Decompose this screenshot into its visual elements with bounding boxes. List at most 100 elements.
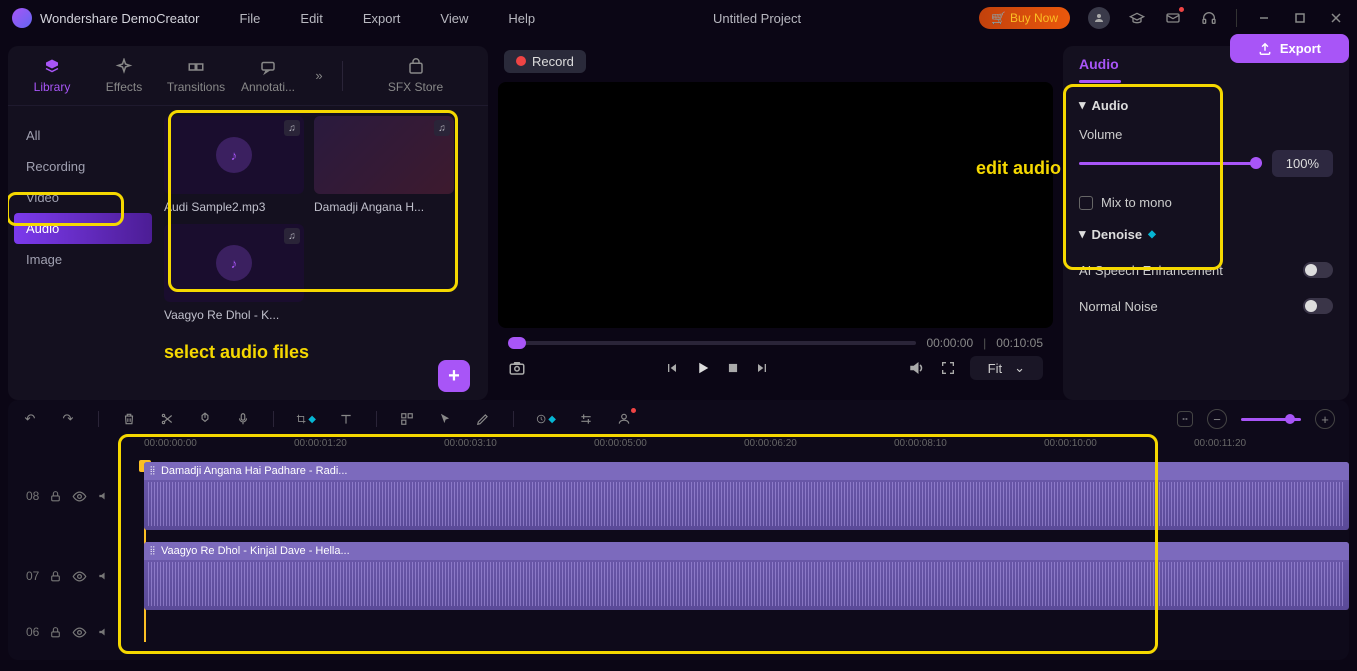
audio-clip[interactable]: ⦙⦙ Damadji Angana Hai Padhare - Radi... xyxy=(144,462,1349,530)
media-item[interactable]: ♪ ♫ Audi Sample2.mp3 xyxy=(164,116,304,214)
delete-icon[interactable] xyxy=(121,411,137,427)
minimize-icon[interactable] xyxy=(1255,9,1273,27)
add-media-button[interactable]: + xyxy=(438,360,470,392)
stop-icon[interactable] xyxy=(726,361,740,375)
cursor-icon[interactable] xyxy=(437,411,453,427)
slider-thumb[interactable] xyxy=(1250,157,1262,169)
snapshot-icon[interactable] xyxy=(508,359,526,377)
menu-edit[interactable]: Edit xyxy=(300,11,322,26)
audio-clip[interactable]: ⦙⦙ Vaagyo Re Dhol - Kinjal Dave - Hella.… xyxy=(144,542,1349,610)
close-icon[interactable] xyxy=(1327,9,1345,27)
cat-image[interactable]: Image xyxy=(8,244,158,275)
waveform xyxy=(148,562,1345,606)
lock-icon[interactable] xyxy=(49,570,62,583)
audio-section-label: Audio xyxy=(1092,98,1129,113)
media-label: Vaagyo Re Dhol - K... xyxy=(164,308,304,322)
buy-now-button[interactable]: 🛒 Buy Now xyxy=(979,7,1070,29)
ai-speech-toggle[interactable] xyxy=(1303,262,1333,278)
mute-icon[interactable] xyxy=(97,489,111,503)
fullscreen-icon[interactable] xyxy=(940,360,956,376)
transitions-icon xyxy=(187,58,205,76)
chevron-down-icon: ⌄ xyxy=(1014,360,1025,376)
track-body[interactable] xyxy=(144,622,1349,642)
ai-speech-label: AI Speech Enhancement xyxy=(1079,263,1223,278)
media-item[interactable]: ♫ Damadji Angana H... xyxy=(314,116,454,214)
headset-icon[interactable] xyxy=(1200,9,1218,27)
normal-noise-toggle[interactable] xyxy=(1303,298,1333,314)
ruler-mark: 00:00:00:00 xyxy=(144,438,197,449)
marker-icon[interactable] xyxy=(197,411,213,427)
annotations-icon xyxy=(259,58,277,76)
adjust-icon[interactable] xyxy=(578,411,594,427)
eye-icon[interactable] xyxy=(72,625,87,640)
avatar-tool-icon[interactable] xyxy=(616,411,632,427)
split-icon[interactable] xyxy=(159,411,175,427)
zoom-out-icon[interactable]: − xyxy=(1207,409,1227,429)
graduation-icon[interactable] xyxy=(1128,9,1146,27)
media-item[interactable]: ♪ ♫ Vaagyo Re Dhol - K... xyxy=(164,224,304,322)
next-frame-icon[interactable] xyxy=(754,360,770,376)
clip-label: Vaagyo Re Dhol - Kinjal Dave - Hella... xyxy=(161,545,350,557)
chevron-down-icon: ▾ xyxy=(1079,226,1086,242)
eye-icon[interactable] xyxy=(72,489,87,504)
track-body[interactable]: ⦙⦙ Damadji Angana Hai Padhare - Radi... xyxy=(144,462,1349,530)
preview-progress[interactable] xyxy=(508,341,916,345)
cat-audio[interactable]: Audio xyxy=(14,213,152,244)
zoom-in-icon[interactable]: + xyxy=(1315,409,1335,429)
ai-speech-row: AI Speech Enhancement xyxy=(1063,252,1349,288)
buy-now-label: Buy Now xyxy=(1010,11,1058,25)
fit-dropdown[interactable]: Fit ⌄ xyxy=(970,356,1043,380)
cat-all[interactable]: All xyxy=(8,120,158,151)
timeline-ruler[interactable]: 00:00:00:00 00:00:01:20 00:00:03:10 00:0… xyxy=(8,438,1349,462)
volume-value[interactable]: 100% xyxy=(1272,150,1333,177)
normal-noise-label: Normal Noise xyxy=(1079,299,1158,314)
tab-effects[interactable]: Effects xyxy=(88,58,160,94)
tab-library[interactable]: Library xyxy=(16,58,88,94)
menu-help[interactable]: Help xyxy=(508,11,535,26)
speed-icon[interactable]: ◆ xyxy=(536,411,556,427)
maximize-icon[interactable] xyxy=(1291,9,1309,27)
redo-icon[interactable]: ↷ xyxy=(60,411,76,427)
denoise-section-header[interactable]: ▾ Denoise ◆ xyxy=(1079,226,1333,242)
avatar-icon[interactable] xyxy=(1088,7,1110,29)
play-icon[interactable] xyxy=(694,359,712,377)
track-header: 07 xyxy=(8,569,144,584)
mix-mono-checkbox[interactable]: Mix to mono xyxy=(1079,195,1333,210)
audio-section-header[interactable]: ▾ Audio xyxy=(1079,97,1333,113)
tab-annotations[interactable]: Annotati... xyxy=(232,58,304,94)
fit-width-icon[interactable] xyxy=(1177,411,1193,427)
track-body[interactable]: ⦙⦙ Vaagyo Re Dhol - Kinjal Dave - Hella.… xyxy=(144,542,1349,610)
titlebar-right: 🛒 Buy Now xyxy=(979,7,1345,29)
preview-viewport xyxy=(498,82,1053,328)
cat-recording[interactable]: Recording xyxy=(8,151,158,182)
progress-thumb[interactable] xyxy=(508,337,526,349)
menu-view[interactable]: View xyxy=(440,11,468,26)
cat-video[interactable]: Video xyxy=(8,182,158,213)
mute-icon[interactable] xyxy=(97,625,111,639)
menu-export[interactable]: Export xyxy=(363,11,401,26)
lock-icon[interactable] xyxy=(49,626,62,639)
text-icon[interactable] xyxy=(338,411,354,427)
export-button[interactable]: Export xyxy=(1230,34,1349,63)
volume-slider[interactable] xyxy=(1079,162,1262,165)
menu-file[interactable]: File xyxy=(239,11,260,26)
sfx-icon xyxy=(407,58,425,76)
crop-icon[interactable]: ◆ xyxy=(296,411,316,427)
tab-sfx-store[interactable]: SFX Store xyxy=(351,58,480,94)
prev-frame-icon[interactable] xyxy=(664,360,680,376)
volume-icon[interactable] xyxy=(908,359,926,377)
tab-transitions[interactable]: Transitions xyxy=(160,58,232,94)
tab-more-icon[interactable]: » xyxy=(304,68,334,83)
denoise-section: ▾ Denoise ◆ xyxy=(1063,220,1349,252)
zoom-slider[interactable] xyxy=(1241,418,1301,421)
mute-icon[interactable] xyxy=(97,569,111,583)
record-button[interactable]: Record xyxy=(504,50,586,73)
lock-icon[interactable] xyxy=(49,490,62,503)
mail-icon[interactable] xyxy=(1164,9,1182,27)
waveform-icon: ⦙⦙ xyxy=(150,545,155,558)
eye-icon[interactable] xyxy=(72,569,87,584)
group-icon[interactable] xyxy=(399,411,415,427)
undo-icon[interactable]: ↶ xyxy=(22,411,38,427)
mic-icon[interactable] xyxy=(235,411,251,427)
pen-icon[interactable] xyxy=(475,411,491,427)
